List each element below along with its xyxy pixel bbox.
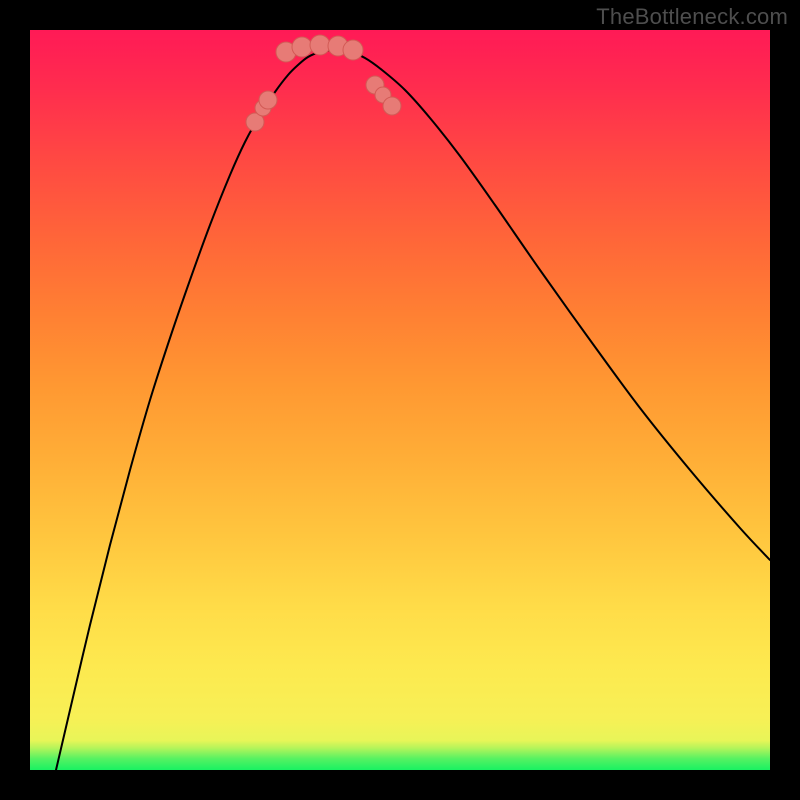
- curve-markers: [246, 35, 401, 131]
- marker-dot: [383, 97, 401, 115]
- watermark-text: TheBottleneck.com: [596, 4, 788, 30]
- curve-svg: [30, 30, 770, 770]
- marker-dot: [259, 91, 277, 109]
- bottleneck-curve: [56, 50, 770, 770]
- marker-dot: [343, 40, 363, 60]
- marker-dot: [310, 35, 330, 55]
- plot-area: [30, 30, 770, 770]
- outer-frame: TheBottleneck.com: [0, 0, 800, 800]
- marker-dot: [292, 37, 312, 57]
